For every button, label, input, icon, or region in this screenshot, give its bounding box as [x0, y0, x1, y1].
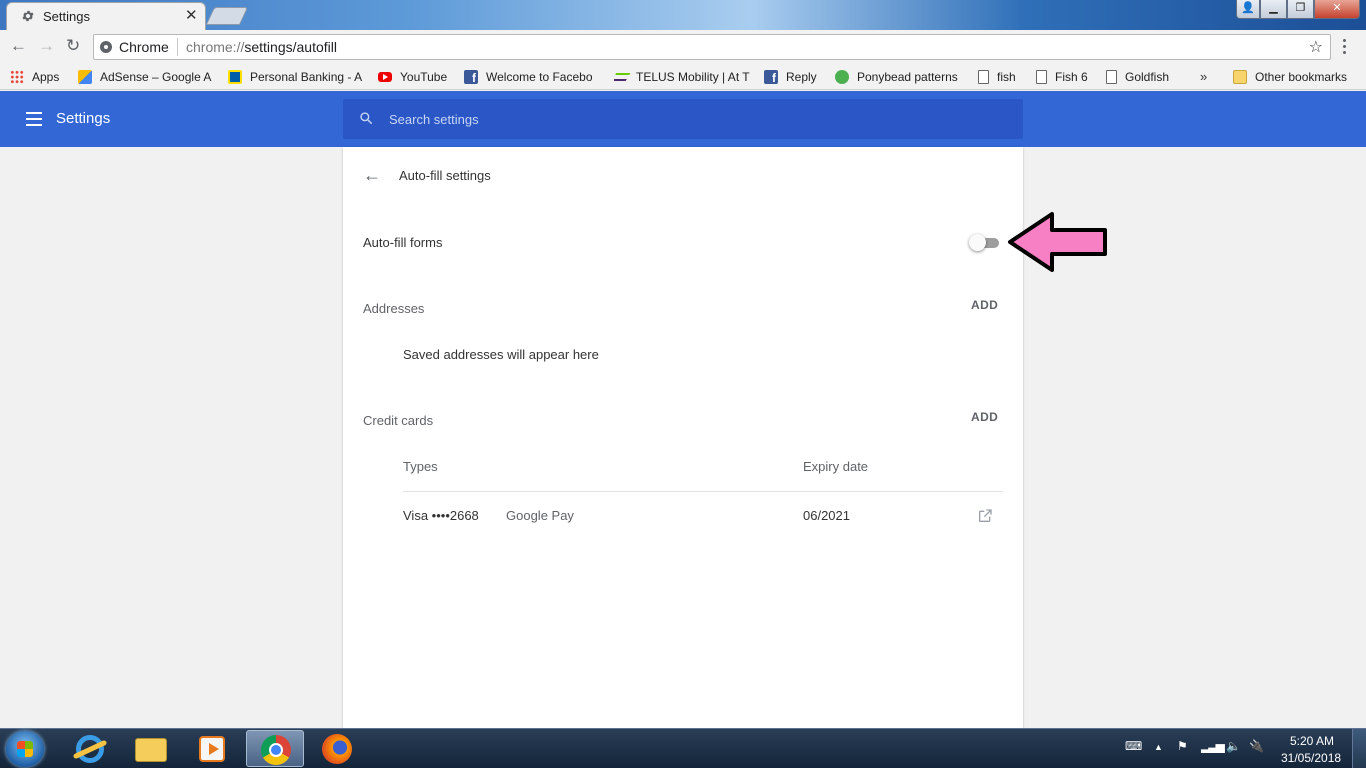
add-address-button[interactable]: ADD [971, 298, 998, 312]
show-desktop-button[interactable] [1352, 729, 1366, 768]
media-player-icon [199, 736, 225, 762]
windows-logo-icon [17, 741, 33, 757]
bookmarks-bar: Apps AdSense – Google A Personal Banking… [0, 64, 1366, 90]
ponybead-icon [835, 70, 849, 84]
keyboard-icon[interactable]: ⌨ [1125, 739, 1142, 753]
minimize-button[interactable]: ▁ [1260, 0, 1287, 19]
add-credit-card-button[interactable]: ADD [971, 410, 998, 424]
page-icon [1106, 70, 1117, 84]
facebook-icon: f [764, 70, 778, 85]
page-title: Auto-fill settings [399, 168, 491, 183]
network-signal-icon[interactable]: ▂▃▅ [1201, 739, 1225, 753]
autofill-forms-label: Auto-fill forms [363, 235, 443, 250]
power-icon[interactable]: 🔌 [1249, 739, 1264, 753]
addresses-empty-text: Saved addresses will appear here [403, 347, 599, 362]
column-header-expiry: Expiry date [803, 459, 869, 474]
taskbar-chrome[interactable] [246, 730, 304, 767]
browser-toolbar: ← → ↻ Chrome chrome://settings/autofill … [0, 30, 1366, 64]
telus-icon [614, 73, 631, 81]
settings-header: Settings Search settings [0, 91, 1366, 147]
page-icon [1036, 70, 1047, 84]
omnibox-url[interactable]: chrome://settings/autofill [186, 39, 337, 55]
browser-tab-settings[interactable]: Settings ✕ [6, 2, 206, 30]
firefox-icon [322, 734, 352, 764]
card-type: Visa ••••2668 [403, 508, 479, 523]
bookmark-goldfish[interactable]: Goldfish [1106, 68, 1182, 86]
window-title-bar: Settings ✕ 👤 ▁ ❐ ✕ [0, 0, 1366, 30]
search-settings-input[interactable]: Search settings [343, 99, 1023, 139]
bookmarks-overflow-chevron-icon[interactable]: » [1200, 69, 1207, 84]
close-window-button[interactable]: ✕ [1314, 0, 1360, 19]
bookmark-apps[interactable]: Apps [10, 68, 70, 86]
settings-title: Settings [56, 110, 111, 127]
bookmark-fish-6[interactable]: Fish 6 [1036, 68, 1098, 86]
facebook-icon: f [464, 70, 478, 85]
back-arrow-icon[interactable]: ← [363, 165, 381, 185]
back-button[interactable]: ← [10, 37, 27, 55]
start-button[interactable] [6, 731, 44, 767]
auto-fill-toggle[interactable] [969, 234, 1001, 251]
bookmark-ponybead[interactable]: Ponybead patterns [835, 68, 967, 86]
open-in-new-icon[interactable] [977, 508, 993, 524]
chrome-menu-icon[interactable] [1343, 39, 1347, 57]
bookmark-adsense[interactable]: AdSense – Google A [78, 68, 214, 86]
credit-cards-heading: Credit cards [363, 413, 434, 428]
show-hidden-icons-chevron-icon[interactable]: ▲ [1154, 742, 1163, 752]
folder-icon [1233, 70, 1247, 84]
bookmark-facebook[interactable]: f Welcome to Facebo [464, 68, 602, 86]
card-source: Google Pay [506, 508, 574, 523]
new-tab-button[interactable] [205, 7, 249, 25]
windows-taskbar: ⌨ ▲ ⚑ ▂▃▅ 🔈 🔌 5:20 AM 31/05/2018 [0, 728, 1366, 768]
internet-explorer-icon [76, 735, 104, 763]
file-explorer-icon [135, 738, 167, 762]
chrome-page-icon [100, 41, 112, 53]
rbc-icon [228, 70, 242, 84]
tab-close-icon[interactable]: ✕ [185, 8, 198, 24]
address-bar[interactable]: Chrome chrome://settings/autofill ☆ [93, 34, 1331, 60]
other-bookmarks[interactable]: Other bookmarks [1233, 68, 1363, 86]
taskbar-file-explorer[interactable] [121, 730, 179, 767]
chrome-icon [261, 735, 291, 765]
addresses-heading: Addresses [363, 301, 425, 316]
apps-icon [10, 70, 24, 84]
toggle-knob [969, 234, 986, 251]
gear-icon [22, 10, 34, 22]
volume-icon[interactable]: 🔈 [1226, 739, 1241, 753]
bookmark-telus[interactable]: TELUS Mobility | At T [614, 68, 752, 86]
card-expiry: 06/2021 [803, 508, 850, 523]
search-placeholder: Search settings [389, 112, 479, 127]
bookmark-reply[interactable]: f Reply [764, 68, 826, 86]
bookmark-youtube[interactable]: YouTube [378, 68, 458, 86]
bookmark-star-icon[interactable]: ☆ [1309, 37, 1323, 57]
column-header-types: Types [403, 459, 438, 474]
omnibox-chip: Chrome [119, 39, 169, 55]
forward-button[interactable]: → [38, 37, 55, 55]
tab-title: Settings [43, 9, 90, 24]
page-icon [978, 70, 989, 84]
adsense-icon [78, 70, 92, 84]
bookmark-fish[interactable]: fish [978, 68, 1028, 86]
youtube-icon [378, 72, 392, 82]
taskbar-media-player[interactable] [182, 730, 240, 767]
taskbar-internet-explorer[interactable] [60, 730, 118, 767]
menu-icon[interactable] [26, 112, 42, 130]
omnibox-separator [177, 38, 178, 56]
action-center-flag-icon[interactable]: ⚑ [1177, 739, 1188, 753]
reload-button[interactable]: ↻ [66, 37, 80, 55]
autofill-settings-card: ← Auto-fill settings Auto-fill forms Add… [343, 147, 1023, 728]
search-icon [360, 112, 373, 125]
bookmark-personal-banking[interactable]: Personal Banking - A [228, 68, 366, 86]
maximize-button[interactable]: ❐ [1287, 0, 1314, 19]
pink-annotation-arrow-icon [1008, 212, 1107, 272]
table-divider [403, 491, 1003, 492]
taskbar-firefox[interactable] [308, 730, 366, 767]
user-profile-button[interactable]: 👤 [1236, 0, 1260, 19]
clock-date[interactable]: 31/05/2018 [1281, 751, 1341, 765]
clock-time[interactable]: 5:20 AM [1290, 734, 1334, 748]
